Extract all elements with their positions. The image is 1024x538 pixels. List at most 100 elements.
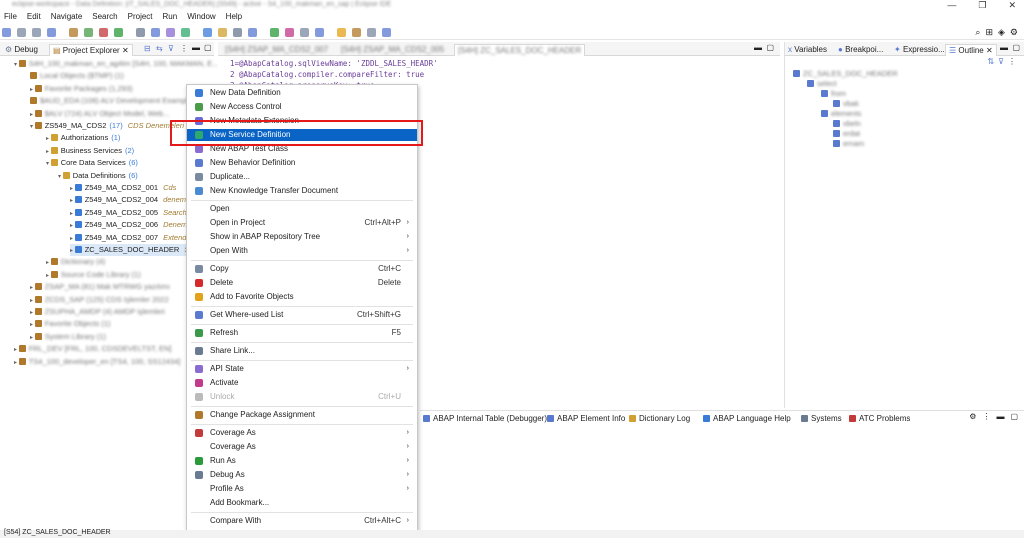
menu-file[interactable]: File <box>4 12 17 24</box>
minimize-editor-icon[interactable]: ▬ <box>754 43 762 52</box>
menu-item-open-in-project[interactable]: Open in Project Ctrl+Alt+P › <box>187 217 417 229</box>
collapse-all-icon[interactable]: ⊟ <box>144 44 151 53</box>
tab-bottom[interactable]: Dictionary Log <box>626 413 693 425</box>
toolbar-button-icon[interactable] <box>166 28 175 37</box>
menu-item-new-access-control[interactable]: New Access Control <box>187 101 417 113</box>
editor-tab-active[interactable]: [S4H] ZC_SALES_DOC_HEADER <box>454 44 586 56</box>
toolbar-button-icon[interactable] <box>367 28 376 37</box>
tab-bottom[interactable]: ABAP Internal Table (Debugger) <box>420 413 550 425</box>
menu-item-delete[interactable]: Delete Delete <box>187 277 417 289</box>
tree-item[interactable]: ▸ ZSUPHA_AMDP (4) AMDP işlemleri <box>30 306 165 318</box>
toolbar-button-icon[interactable] <box>300 28 309 37</box>
menu-item-compare-with[interactable]: Compare With Ctrl+Alt+C › <box>187 515 417 527</box>
tree-item[interactable]: ▸ Z549_MA_CDS2_005 Search <box>70 207 187 219</box>
maximize-view-icon[interactable]: ▢ <box>1010 412 1018 421</box>
tree-expand-icon[interactable]: ▸ <box>46 273 51 279</box>
toolbar-button-icon[interactable] <box>203 28 212 37</box>
maximize-view-icon[interactable]: ▢ <box>1012 43 1020 52</box>
tree-expand-icon[interactable]: ▸ <box>70 236 75 242</box>
menu-item-change-package-assignment[interactable]: Change Package Assignment <box>187 409 417 421</box>
menu-item-debug-as[interactable]: Debug As › <box>187 469 417 481</box>
toolbar-button-icon[interactable] <box>270 28 279 37</box>
tree-item[interactable]: ▸ $ALV (724) ALV Object Model, Web... <box>30 108 169 120</box>
tree-item[interactable]: ▸ ZSAP_MA (81) Mak MTRWG yazılımı <box>30 281 170 293</box>
tree-item[interactable]: ▸ ZCDS_SAP (125) CDS Işlemler 2022 <box>30 294 169 306</box>
toolbar-button-icon[interactable] <box>84 28 93 37</box>
tree-expand-icon[interactable]: ▸ <box>70 211 75 217</box>
tab-breakpoints[interactable]: ● Breakpoi... <box>835 44 886 56</box>
tree-item[interactable]: ▾ Data Definitions (6) <box>58 170 138 182</box>
toolbar-button-icon[interactable] <box>151 28 160 37</box>
menu-item-coverage-as[interactable]: Coverage As › <box>187 441 417 453</box>
menu-project[interactable]: Project <box>128 12 153 24</box>
view-menu-icon[interactable]: ⋮ <box>982 412 990 421</box>
tree-expand-icon[interactable]: ▸ <box>30 322 35 328</box>
tab-outline[interactable]: ☰ Outline ✕ <box>945 44 997 56</box>
tab-variables[interactable]: x Variables <box>785 44 830 56</box>
tree-expand-icon[interactable]: ▸ <box>30 285 35 291</box>
tree-expand-icon[interactable]: ▸ <box>70 223 75 229</box>
tree-item[interactable]: ▸ Z549_MA_CDS2_006 Deneme <box>70 219 191 231</box>
menu-window[interactable]: Window <box>187 12 215 24</box>
toolbar-button-icon[interactable] <box>218 28 227 37</box>
tree-expand-icon[interactable]: ▸ <box>30 87 35 93</box>
menu-item-activate[interactable]: Activate <box>187 377 417 389</box>
tree-item[interactable]: ▸ Z549_MA_CDS2_004 deneme <box>70 194 190 206</box>
tree-item[interactable]: ▾ Core Data Services (6) <box>46 157 138 169</box>
menu-search[interactable]: Search <box>92 12 117 24</box>
tab-expressions[interactable]: ✦ Expressio... <box>891 44 948 56</box>
menu-item-add-to-favorite-objects[interactable]: Add to Favorite Objects <box>187 291 417 303</box>
tree-item[interactable]: ▸ Favorite Objects (1) <box>30 318 111 330</box>
tree-item[interactable]: ▸ TS4_100_developer_en [TS4, 100, SS1243… <box>14 356 180 368</box>
toolbar-button-icon[interactable] <box>136 28 145 37</box>
tree-item[interactable]: Local Objects ($TMP) (1) <box>30 70 124 82</box>
menu-help[interactable]: Help <box>226 12 242 24</box>
menu-item-profile-as[interactable]: Profile As › <box>187 483 417 495</box>
toolbar-button-icon[interactable] <box>99 28 108 37</box>
maximize-view-icon[interactable]: ▢ <box>204 43 212 52</box>
tree-expand-icon[interactable]: ▸ <box>70 248 75 254</box>
tab-project-explorer[interactable]: ▤ Project Explorer ✕ <box>49 44 133 56</box>
filter-icon[interactable]: ⊽ <box>998 57 1004 66</box>
menu-run[interactable]: Run <box>163 12 178 24</box>
menu-item-refresh[interactable]: Refresh F5 <box>187 327 417 339</box>
tree-expand-icon[interactable]: ▸ <box>46 260 51 266</box>
filter-icon[interactable]: ⊽ <box>168 44 174 53</box>
menu-item-run-as[interactable]: Run As › <box>187 455 417 467</box>
toolbar-button-icon[interactable] <box>233 28 242 37</box>
menu-item-duplicate[interactable]: Duplicate... <box>187 171 417 183</box>
sort-icon[interactable]: ⇅ <box>987 57 994 66</box>
minimize-view-icon[interactable]: ▬ <box>1000 43 1008 52</box>
tree-item[interactable]: ▸ Dictionary (4) <box>46 256 105 268</box>
toolbar-button-icon[interactable] <box>47 28 56 37</box>
menu-item-get-where-used-list[interactable]: Get Where-used List Ctrl+Shift+G <box>187 309 417 321</box>
tab-bottom[interactable]: ATC Problems <box>846 413 913 425</box>
tab-bottom[interactable]: ABAP Element Info <box>544 413 628 425</box>
tree-expand-icon[interactable]: ▸ <box>30 112 35 118</box>
menu-navigate[interactable]: Navigate <box>51 12 83 24</box>
tree-expand-icon[interactable]: ▾ <box>30 124 35 130</box>
tree-expand-icon[interactable]: ▸ <box>70 198 75 204</box>
tab-bottom[interactable]: ABAP Language Help <box>700 413 794 425</box>
toolbar-button-icon[interactable] <box>337 28 346 37</box>
tree-expand-icon[interactable]: ▸ <box>14 360 19 366</box>
tree-item[interactable]: ▾ ZS549_MA_CDS2 (17) CDS Denemeleri <box>30 120 184 132</box>
menu-item-share-link[interactable]: Share Link... <box>187 345 417 357</box>
menu-item-open-with[interactable]: Open With › <box>187 245 417 257</box>
tree-expand-icon[interactable]: ▸ <box>46 149 51 155</box>
tree-expand-icon[interactable]: ▸ <box>30 310 35 316</box>
menu-item-new-behavior-definition[interactable]: New Behavior Definition <box>187 157 417 169</box>
tree-expand-icon[interactable]: ▸ <box>30 298 35 304</box>
restore-button[interactable]: ❐ <box>978 0 986 11</box>
link-editor-icon[interactable]: ⇆ <box>156 44 163 53</box>
tree-item[interactable]: ▸ FRL_DEV [FRL, 100, CDSDEVELTST, EN] <box>14 343 172 355</box>
menu-item-copy[interactable]: Copy Ctrl+C <box>187 263 417 275</box>
close-tab-icon[interactable]: ✕ <box>122 46 129 55</box>
toolbar-button-icon[interactable] <box>382 28 391 37</box>
tree-item[interactable]: ▸ Favorite Packages (1,293) <box>30 83 133 95</box>
toolbar-button-icon[interactable] <box>248 28 257 37</box>
menu-item-open[interactable]: Open <box>187 203 417 215</box>
tree-expand-icon[interactable]: ▾ <box>58 174 63 180</box>
toolbar-button-icon[interactable] <box>181 28 190 37</box>
menu-item-api-state[interactable]: API State › <box>187 363 417 375</box>
